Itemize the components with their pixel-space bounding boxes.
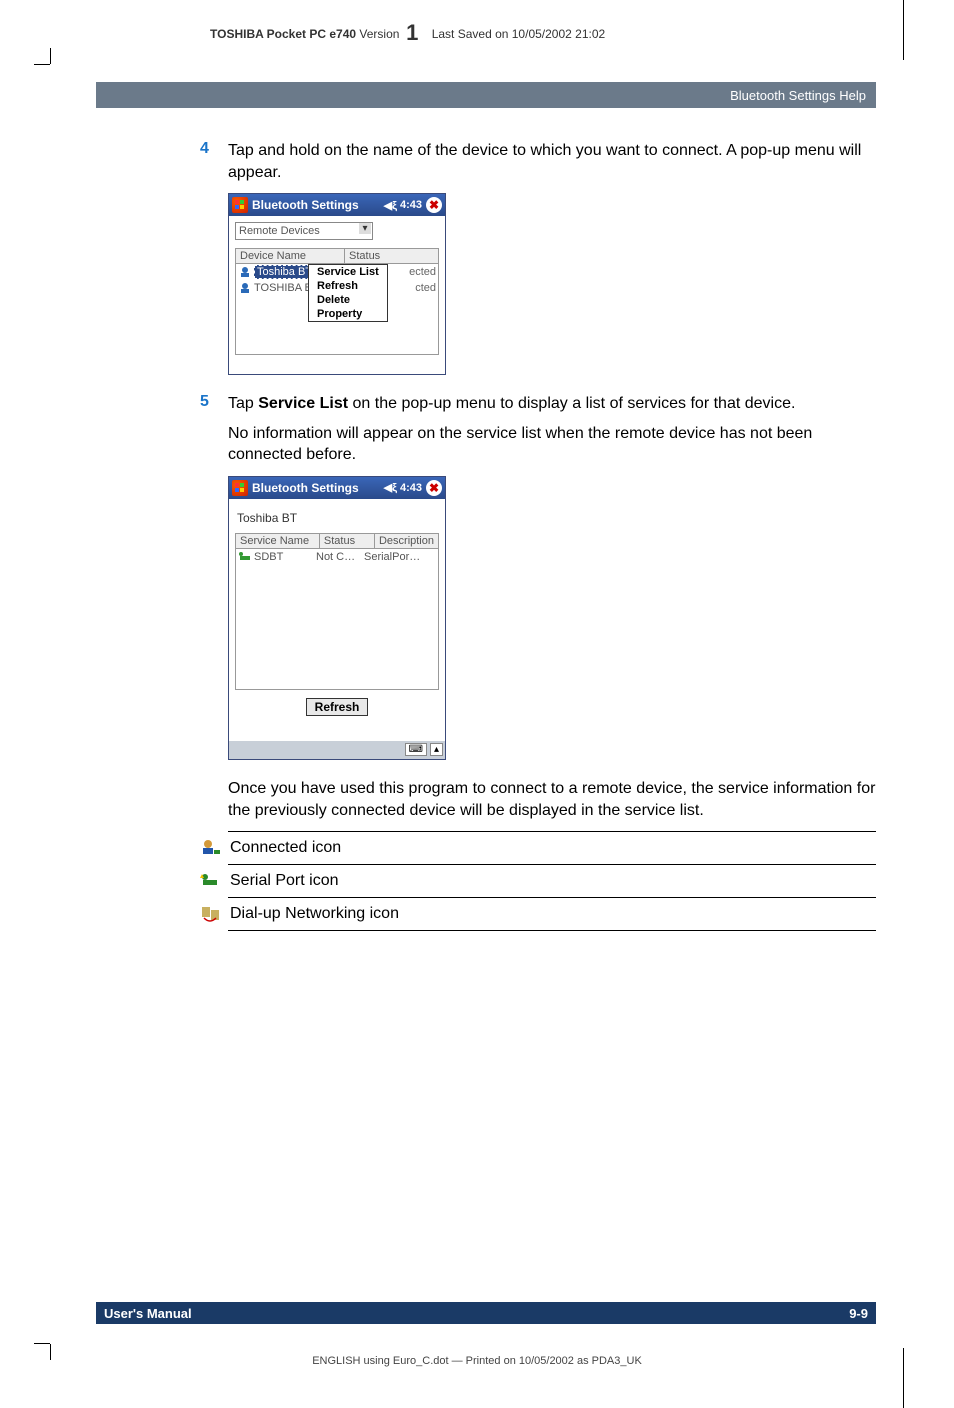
col-service-name[interactable]: Service Name: [236, 534, 320, 548]
connected-icon: [200, 838, 222, 858]
version-label: Version: [359, 27, 399, 41]
serial-port-icon: [200, 871, 222, 891]
dialup-icon: [200, 904, 222, 924]
context-menu[interactable]: Service List Refresh Delete Property: [308, 264, 388, 322]
step5-text2: No information will appear on the servic…: [228, 425, 812, 464]
device-icon: [238, 281, 252, 295]
device-name-1: Toshiba BT: [254, 265, 315, 279]
product-name: TOSHIBA Pocket PC e740: [210, 27, 356, 41]
step-number-4: 4: [200, 140, 228, 158]
volume-icon[interactable]: ◀ξ: [384, 199, 397, 212]
volume-icon[interactable]: ◀ξ: [384, 481, 397, 494]
col-device-name[interactable]: Device Name: [236, 249, 345, 263]
device-status-2: cted: [415, 282, 436, 294]
screenshot-popup-menu: Bluetooth Settings ◀ξ 4:43 ✖ Remote Devi…: [228, 193, 876, 375]
print-info: ENGLISH using Euro_C.dot — Printed on 10…: [0, 1355, 954, 1367]
window-title-bar: Bluetooth Settings ◀ξ 4:43 ✖: [229, 194, 445, 216]
serial-port-icon: [238, 550, 252, 564]
footer-right: 9-9: [849, 1306, 868, 1321]
combo-value: Remote Devices: [239, 225, 320, 237]
service-row[interactable]: SDBT Not C… SerialPor…: [236, 549, 438, 565]
after-text-block: Once you have used this program to conne…: [200, 778, 876, 821]
device-status-1: ected: [409, 266, 436, 278]
legend-connected: Connected icon: [200, 836, 876, 860]
step5-text-b: on the pop-up menu to display a list of …: [348, 395, 795, 412]
step-4: 4 Tap and hold on the name of the device…: [200, 140, 876, 183]
step5-text-a: Tap: [228, 395, 258, 412]
device-filter-combo[interactable]: Remote Devices: [235, 222, 373, 240]
device-table-header: Device Name Status: [235, 248, 439, 264]
step-5-text: Tap Service List on the pop-up menu to d…: [228, 393, 876, 466]
breadcrumb: Bluetooth Settings Help: [96, 82, 876, 108]
device-label: Toshiba BT: [237, 511, 437, 525]
service-desc: SerialPor…: [364, 551, 420, 563]
step5-bold: Service List: [258, 395, 348, 412]
step-4-text: Tap and hold on the name of the device t…: [228, 140, 876, 183]
col-status[interactable]: Status: [345, 249, 438, 263]
legend-connected-label: Connected icon: [230, 839, 341, 857]
screenshot-service-list: Bluetooth Settings ◀ξ 4:43 ✖ Toshiba BT …: [228, 476, 876, 760]
clock: 4:43: [400, 482, 422, 494]
legend-dialup: Dial-up Networking icon: [200, 902, 876, 926]
device-name-2: TOSHIBA B: [254, 282, 312, 294]
menu-service-list[interactable]: Service List: [309, 265, 387, 279]
start-icon[interactable]: [232, 197, 248, 213]
legend-serial-label: Serial Port icon: [230, 872, 339, 890]
breadcrumb-text: Bluetooth Settings Help: [730, 88, 866, 103]
page-header: TOSHIBA Pocket PC e740 Version 1 Last Sa…: [210, 20, 864, 46]
keyboard-icon[interactable]: ⌨: [405, 743, 427, 756]
window-title: Bluetooth Settings: [252, 481, 384, 495]
clock: 4:43: [400, 199, 422, 211]
window-title: Bluetooth Settings: [252, 198, 384, 212]
legend-serial: Serial Port icon: [200, 869, 876, 893]
legend-dialup-label: Dial-up Networking icon: [230, 905, 399, 923]
device-icon: [238, 265, 252, 279]
close-button[interactable]: ✖: [426, 480, 442, 496]
start-icon[interactable]: [232, 480, 248, 496]
step-5: 5 Tap Service List on the pop-up menu to…: [200, 393, 876, 466]
col-description[interactable]: Description: [375, 534, 438, 548]
close-button[interactable]: ✖: [426, 197, 442, 213]
step-number-5: 5: [200, 393, 228, 411]
col-status[interactable]: Status: [320, 534, 375, 548]
service-name: SDBT: [254, 551, 316, 563]
refresh-button[interactable]: Refresh: [306, 698, 369, 716]
footer-left: User's Manual: [104, 1306, 192, 1321]
menu-property[interactable]: Property: [309, 307, 387, 321]
saved-text: Last Saved on 10/05/2002 21:02: [432, 27, 605, 41]
version-number: 1: [406, 20, 418, 45]
menu-delete[interactable]: Delete: [309, 293, 387, 307]
after-text: Once you have used this program to conne…: [228, 778, 876, 821]
window-title-bar: Bluetooth Settings ◀ξ 4:43 ✖: [229, 477, 445, 499]
service-table-header: Service Name Status Description: [235, 533, 439, 549]
page-footer: User's Manual 9-9: [96, 1302, 876, 1324]
service-status: Not C…: [316, 551, 364, 563]
sip-arrow-icon[interactable]: ▴: [430, 743, 443, 756]
sip-bar: ⌨ ▴: [229, 741, 445, 759]
menu-refresh[interactable]: Refresh: [309, 279, 387, 293]
